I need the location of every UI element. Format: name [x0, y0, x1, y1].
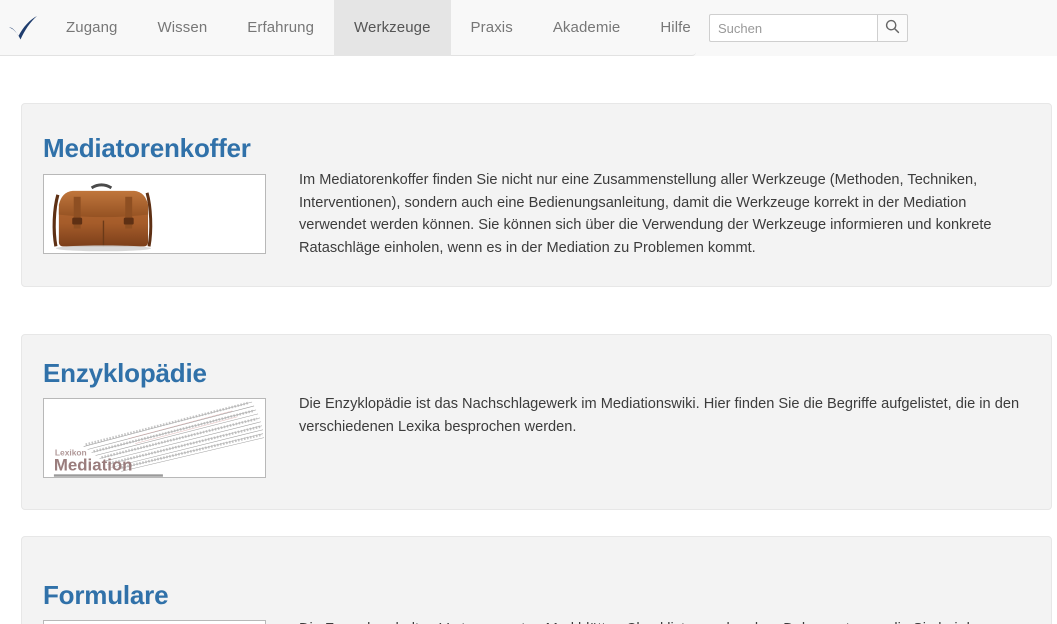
nav-item-label: Akademie	[553, 19, 621, 36]
nav-item-label: Wissen	[157, 19, 207, 36]
nav-item-label: Zugang	[66, 19, 117, 36]
nav-item-hilfe[interactable]: Hilfe	[640, 0, 711, 56]
top-navigation-bar: Zugang Wissen Erfahrung Werkzeuge Praxis…	[0, 0, 1057, 56]
section-card-formulare: Formulare	[21, 536, 1052, 624]
nav-item-akademie[interactable]: Akademie	[533, 0, 641, 56]
nav-inner-container: Zugang Wissen Erfahrung Werkzeuge Praxis…	[0, 0, 696, 56]
section-card-enzyklopaedie: Enzyklopädie Lexi	[21, 334, 1052, 510]
nav-item-label: Hilfe	[660, 19, 691, 36]
nav-item-label: Erfahrung	[247, 19, 314, 36]
mediation-caption-large: Mediation	[54, 455, 133, 474]
site-logo[interactable]	[0, 0, 46, 56]
nav-item-label: Werkzeuge	[354, 19, 431, 36]
section-title[interactable]: Enzyklopädie	[43, 358, 207, 389]
section-thumbnail-briefcase[interactable]	[43, 174, 266, 254]
section-title[interactable]: Mediatorenkoffer	[43, 133, 251, 164]
search-button[interactable]	[877, 14, 908, 42]
section-thumbnail-formulare[interactable]	[43, 620, 266, 624]
nav-item-praxis[interactable]: Praxis	[451, 0, 533, 56]
section-thumbnail-lexikon[interactable]: Lexikon Mediation	[43, 398, 266, 478]
search-bar	[709, 14, 908, 42]
nav-item-label: Praxis	[471, 19, 513, 36]
search-icon	[885, 19, 900, 37]
nav-item-erfahrung[interactable]: Erfahrung	[227, 0, 334, 56]
nav-item-zugang[interactable]: Zugang	[46, 0, 137, 56]
section-title[interactable]: Formulare	[43, 580, 168, 611]
section-body-text: Im Mediatorenkoffer finden Sie nicht nur…	[299, 169, 1036, 259]
checkmark-logo-icon	[8, 15, 38, 41]
nav-item-wissen[interactable]: Wissen	[137, 0, 227, 56]
section-card-mediatorenkoffer: Mediatorenkoffer	[21, 103, 1052, 287]
search-input[interactable]	[709, 14, 877, 42]
nav-item-werkzeuge[interactable]: Werkzeuge	[334, 0, 451, 56]
section-body-text: Die Formulare halten Vertragsmuster, Mer…	[299, 618, 1036, 624]
nav-item-list: Zugang Wissen Erfahrung Werkzeuge Praxis…	[46, 0, 745, 56]
section-body-text: Die Enzyklopädie ist das Nachschlagewerk…	[299, 393, 1036, 438]
